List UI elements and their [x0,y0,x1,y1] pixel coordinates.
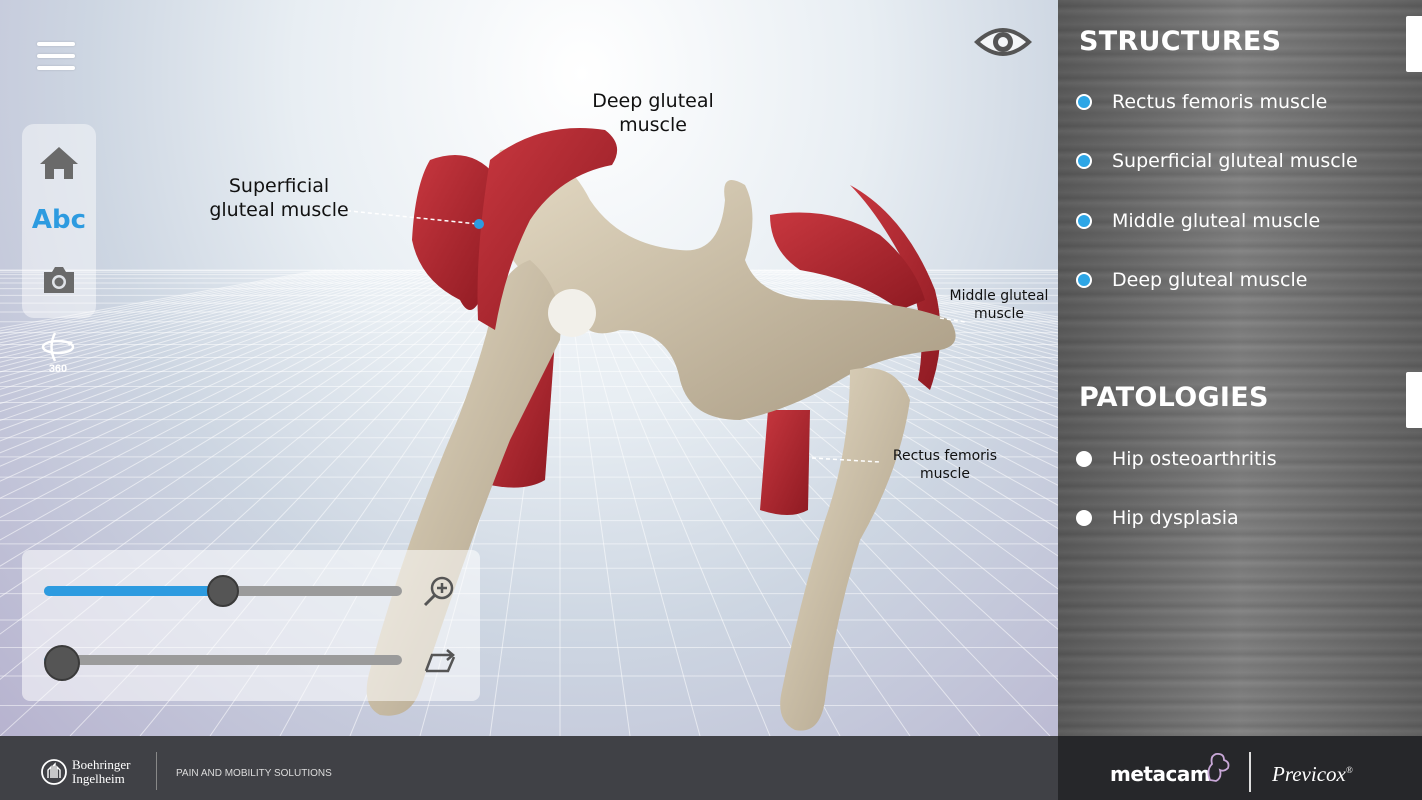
selected-dot-icon [1076,153,1092,169]
structure-label: Superficial gluteal muscle [1112,150,1358,172]
structure-label: Rectus femoris muscle [1112,91,1328,113]
pathologies-collapse-tab[interactable] [1406,372,1422,428]
structure-item-superficial-gluteal[interactable]: Superficial gluteal muscle [1076,146,1358,176]
slider-panel [22,550,480,701]
rotate-view-icon[interactable] [422,645,458,675]
menu-button[interactable] [37,42,75,72]
pathology-label: Hip osteoarthritis [1112,448,1277,470]
home-button[interactable] [22,138,96,188]
label-superficial-gluteal: Superficial gluteal muscle [209,175,349,221]
rotate-360-label: 360 [48,363,68,375]
selected-dot-icon [1076,272,1092,288]
menu-line [37,66,75,70]
rectus-femoris-right[interactable] [760,410,810,515]
rotation-slider-knob[interactable] [43,645,80,681]
pathologies-heading: PATOLOGIES [1079,382,1269,413]
eye-icon[interactable] [972,22,1034,62]
menu-line [37,42,75,46]
zoom-in-icon[interactable] [422,574,456,608]
footer-divider [156,752,157,790]
structure-item-deep-gluteal[interactable]: Deep gluteal muscle [1076,265,1307,295]
structure-label: Middle gluteal muscle [1112,210,1321,232]
deep-gluteal-right[interactable] [770,212,925,311]
boehringer-line1: Boehringer [72,757,131,772]
marker-superficial[interactable] [474,219,484,229]
dog-icon [1207,752,1230,782]
rotation-slider[interactable] [44,655,402,665]
tool-panel: Abc [22,124,96,318]
structures-heading: STRUCTURES [1079,26,1282,57]
previcox-logo: Previcox® [1272,762,1353,787]
boehringer-line2: Ingelheim [72,771,125,786]
zoom-slider-fill [44,586,223,596]
selected-dot-icon [1076,94,1092,110]
boehringer-logo: Boehringer Ingelheim [40,758,130,786]
pathology-label: Hip dysplasia [1112,507,1239,529]
metacam-logo: metacam [1110,762,1211,786]
label-rectus-femoris: Rectus femoris muscle [892,448,998,482]
rotate-360-icon [41,332,75,362]
brand-divider [1249,752,1251,792]
abc-icon: Abc [31,205,87,235]
camera-icon [44,267,74,293]
zoom-slider-knob[interactable] [207,575,239,607]
pathology-item-dysplasia[interactable]: Hip dysplasia [1076,503,1239,533]
structure-item-rectus-femoris[interactable]: Rectus femoris muscle [1076,87,1327,117]
label-middle-gluteal: Middle gluteal muscle [949,288,1049,322]
rotate-360-button[interactable]: 360 [38,330,78,380]
tagline: PAIN AND MOBILITY SOLUTIONS [176,768,332,779]
registered-mark: ® [1345,765,1353,775]
pathology-item-osteoarthritis[interactable]: Hip osteoarthritis [1076,444,1277,474]
femoral-head-left [548,289,596,337]
structure-item-middle-gluteal[interactable]: Middle gluteal muscle [1076,206,1320,236]
menu-line [37,54,75,58]
previcox-text: Previcox [1272,762,1346,786]
boehringer-logo-icon [41,759,67,785]
sidebar: STRUCTURES Rectus femoris muscle Superfi… [1058,0,1422,736]
unselected-dot-icon [1076,510,1092,526]
unselected-dot-icon [1076,451,1092,467]
structures-collapse-tab[interactable] [1406,16,1422,72]
metacam-text: metacam [1110,762,1211,786]
structure-label: Deep gluteal muscle [1112,269,1308,291]
labels-toggle-button[interactable]: Abc [22,195,96,245]
home-icon [40,147,78,179]
3d-viewport[interactable]: Deep gluteal muscle Superficial gluteal … [0,0,1058,736]
label-deep-gluteal: Deep gluteal muscle [592,90,714,136]
screenshot-button[interactable] [22,255,96,305]
selected-dot-icon [1076,213,1092,229]
